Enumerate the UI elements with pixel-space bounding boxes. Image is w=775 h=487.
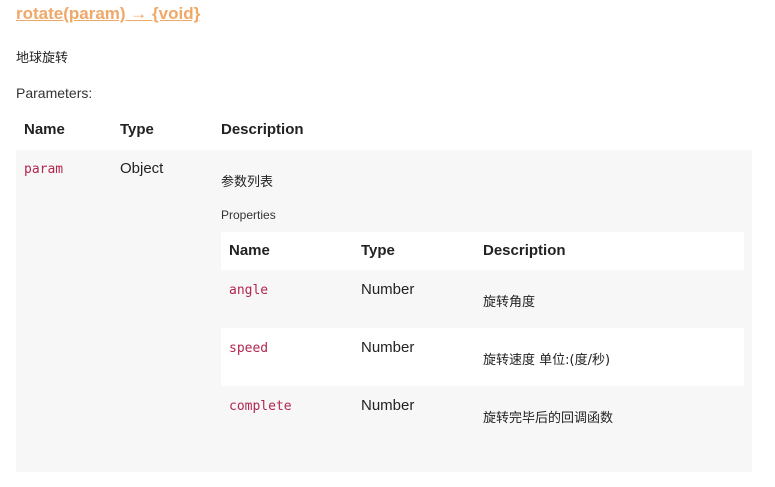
method-description: 地球旋转: [16, 51, 69, 66]
prop-description: 旋转完毕后的回调函数: [483, 411, 614, 426]
prop-type: Number: [361, 397, 415, 414]
prop-header-name: Name: [229, 242, 270, 259]
prop-name: complete: [229, 399, 292, 414]
param-type: Object: [120, 160, 164, 177]
header-type: Type: [120, 121, 154, 138]
prop-name: angle: [229, 283, 269, 298]
parameters-label: Parameters:: [16, 85, 93, 101]
prop-description: 旋转角度: [483, 295, 536, 310]
prop-description: 旋转速度 单位:(度/秒): [483, 353, 611, 368]
header-description: Description: [221, 121, 304, 138]
prop-type: Number: [361, 281, 415, 298]
prop-type: Number: [361, 339, 415, 356]
prop-header-description: Description: [483, 242, 566, 259]
header-name: Name: [24, 121, 65, 138]
method-title-link[interactable]: rotate(param) → {void}: [16, 4, 200, 24]
prop-name: speed: [229, 341, 269, 356]
param-name: param: [24, 162, 64, 177]
param-description: 参数列表: [221, 175, 274, 190]
properties-label: Properties: [221, 208, 276, 222]
prop-header-type: Type: [361, 242, 395, 259]
